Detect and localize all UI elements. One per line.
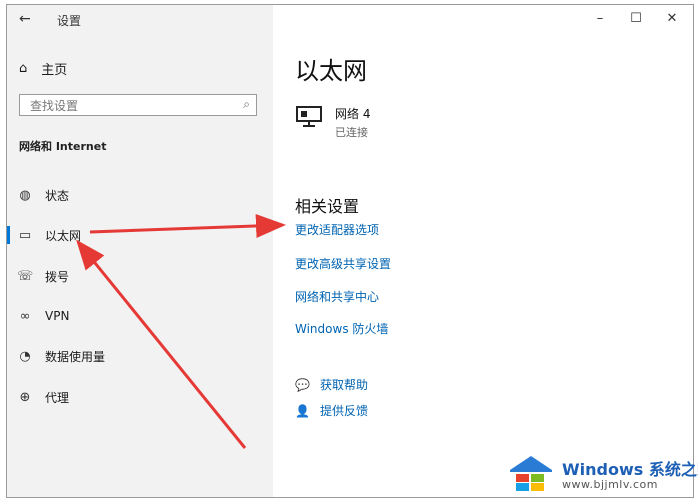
- help-chat-icon: 💬: [295, 377, 310, 392]
- main-content: – ☐ ✕ 以太网 网络 4 已连接 相关设置 更改适配器选项 更改高级共享设置…: [273, 5, 693, 497]
- link-network-sharing-center[interactable]: 网络和共享中心: [295, 288, 379, 305]
- home-icon: ⌂: [19, 61, 28, 76]
- sidebar-item-label: VPN: [45, 309, 70, 323]
- sidebar-item-label: 拨号: [45, 269, 70, 284]
- sidebar-item-ethernet[interactable]: ▭ 以太网: [7, 220, 273, 250]
- minimize-button[interactable]: –: [583, 7, 617, 31]
- maximize-button[interactable]: ☐: [619, 7, 653, 31]
- globe-status-icon: ◍: [19, 187, 31, 203]
- sidebar: ← 设置 ⌂ 主页 ⌕ 网络和 Internet ◍ 状态 ▭ 以太网 ☏ 拨号…: [7, 5, 273, 497]
- link-change-adapter-options[interactable]: 更改适配器选项: [295, 221, 379, 238]
- feedback-icon: 👤: [295, 403, 310, 418]
- sidebar-item-label: 状态: [45, 188, 70, 203]
- dialup-icon: ☏: [17, 268, 34, 284]
- sidebar-item-label: 以太网: [45, 228, 82, 243]
- get-help[interactable]: 💬 获取帮助: [295, 376, 368, 393]
- back-arrow-icon[interactable]: ←: [19, 11, 31, 27]
- link-windows-firewall[interactable]: Windows 防火墙: [295, 320, 388, 337]
- globe-proxy-icon: ⊕: [19, 389, 31, 405]
- window-title: 设置: [57, 14, 82, 28]
- search-input[interactable]: [28, 96, 232, 116]
- sidebar-item-label: 数据使用量: [45, 349, 106, 364]
- search-box[interactable]: ⌕: [19, 94, 257, 116]
- settings-window: ← 设置 ⌂ 主页 ⌕ 网络和 Internet ◍ 状态 ▭ 以太网 ☏ 拨号…: [6, 4, 694, 498]
- network-status: 已连接: [335, 126, 368, 139]
- ethernet-monitor-icon: [296, 106, 322, 127]
- watermark-url: www.bjjmlv.com: [562, 478, 658, 491]
- get-help-label: 获取帮助: [319, 378, 368, 392]
- sidebar-item-dialup[interactable]: ☏ 拨号: [7, 261, 273, 291]
- section-title: 网络和 Internet: [19, 140, 107, 153]
- page-title: 以太网: [295, 57, 367, 85]
- search-icon[interactable]: ⌕: [243, 97, 250, 112]
- sidebar-item-proxy[interactable]: ⊕ 代理: [7, 382, 273, 412]
- vpn-icon: ∞: [19, 308, 31, 324]
- home-label: 主页: [41, 63, 68, 78]
- sidebar-item-status[interactable]: ◍ 状态: [7, 180, 273, 210]
- network-entry[interactable]: 网络 4 已连接: [295, 105, 370, 140]
- give-feedback-label: 提供反馈: [319, 404, 368, 418]
- network-name: 网络 4: [335, 107, 371, 121]
- ethernet-icon: ▭: [18, 227, 32, 243]
- windows-logo-icon: [510, 456, 552, 491]
- sidebar-item-data-usage[interactable]: ◔ 数据使用量: [7, 341, 273, 371]
- close-button[interactable]: ✕: [655, 7, 689, 31]
- sidebar-item-vpn[interactable]: ∞ VPN: [7, 301, 273, 331]
- sidebar-home[interactable]: ⌂ 主页: [19, 59, 67, 78]
- watermark-brand: Windows 系统之家: [562, 460, 698, 479]
- give-feedback[interactable]: 👤 提供反馈: [295, 402, 368, 419]
- watermark: Windows 系统之家 www.bjjmlv.com: [506, 450, 698, 496]
- data-usage-icon: ◔: [19, 348, 31, 364]
- related-settings-title: 相关设置: [295, 197, 360, 216]
- link-advanced-sharing[interactable]: 更改高级共享设置: [295, 255, 391, 272]
- sidebar-item-label: 代理: [45, 390, 70, 405]
